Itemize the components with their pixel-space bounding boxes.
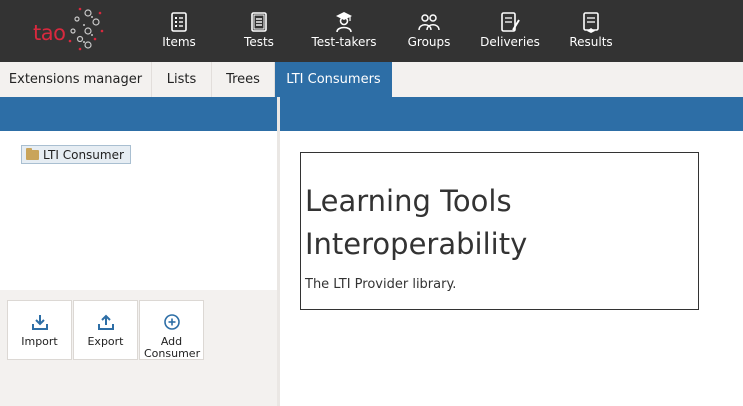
content-card: Learning Tools Interoperability The LTI …	[300, 152, 699, 310]
nav-label: Results	[569, 35, 613, 49]
import-icon	[31, 315, 48, 330]
tab-lti-consumers[interactable]: LTI Consumers	[275, 62, 392, 97]
nav-label: Groups	[407, 35, 451, 49]
nav-label: Test-takers	[311, 35, 377, 49]
sub-tab-bar: Extensions manager Lists Trees LTI Consu…	[0, 62, 743, 97]
tao-logo[interactable]: tao	[30, 5, 108, 55]
folder-icon	[26, 147, 39, 160]
tests-icon	[251, 12, 267, 32]
add-consumer-button[interactable]: Add Consumer	[139, 300, 204, 360]
logo-text: tao	[33, 21, 66, 45]
page-description: The LTI Provider library.	[305, 277, 457, 292]
nav-test-takers[interactable]: Test-takers	[311, 0, 377, 62]
export-label: Export	[87, 335, 124, 348]
tree-node-label: LTI Consumer	[43, 147, 124, 162]
page-title: Learning Tools Interoperability	[305, 184, 528, 261]
tab-lists[interactable]: Lists	[152, 62, 212, 97]
import-button[interactable]: Import	[7, 300, 72, 360]
results-icon	[583, 12, 599, 33]
nav-groups[interactable]: Groups	[408, 0, 450, 62]
items-icon	[171, 12, 187, 32]
test-takers-icon	[336, 12, 352, 33]
content-header-bar	[280, 97, 743, 131]
tab-extensions-manager[interactable]: Extensions manager	[0, 62, 152, 97]
nav-tests[interactable]: Tests	[238, 0, 280, 62]
top-navigation-bar: tao Items Tests Test-takers Groups Deliv…	[0, 0, 743, 62]
nav-label: Tests	[244, 35, 274, 49]
nav-items[interactable]: Items	[158, 0, 200, 62]
add-icon	[163, 314, 180, 330]
add-consumer-label: Add Consumer	[144, 335, 201, 360]
deliveries-icon	[501, 12, 520, 32]
tree-node-lti-consumer[interactable]: LTI Consumer	[21, 145, 131, 164]
tree-header-bar	[0, 97, 277, 131]
panel-divider[interactable]	[277, 97, 280, 406]
import-label: Import	[21, 335, 58, 348]
nav-label: Items	[162, 35, 196, 49]
nav-label: Deliveries	[480, 35, 540, 49]
nav-deliveries[interactable]: Deliveries	[480, 0, 540, 62]
export-icon	[97, 314, 114, 330]
tab-trees[interactable]: Trees	[212, 62, 275, 97]
export-button[interactable]: Export	[73, 300, 138, 360]
nav-results[interactable]: Results	[569, 0, 613, 62]
groups-icon	[418, 14, 440, 31]
